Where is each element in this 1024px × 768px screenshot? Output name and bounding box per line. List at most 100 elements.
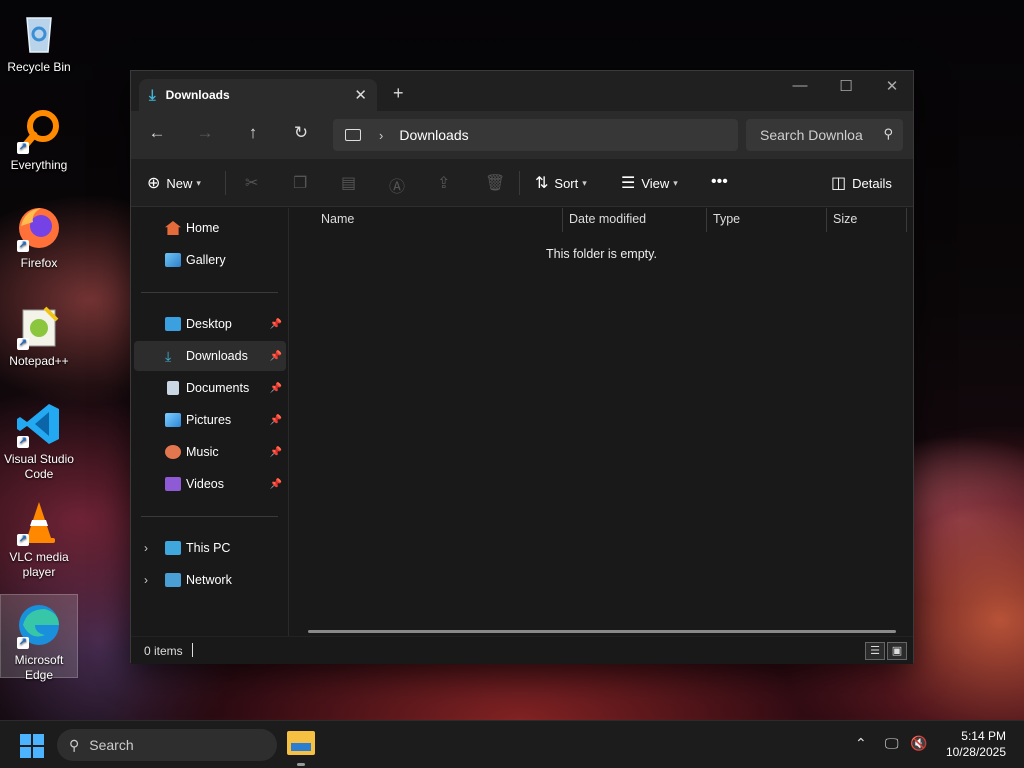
title-bar: ⤓ Downloads ✕ + — ☐ ✕ <box>131 71 913 111</box>
desktop-icon-recycle-bin[interactable]: Recycle Bin <box>0 2 78 86</box>
details-label: Details <box>852 175 892 191</box>
maximize-button[interactable]: ☐ <box>823 77 869 95</box>
cut-button[interactable]: ✂ <box>245 173 264 193</box>
back-button[interactable]: ← <box>143 123 171 143</box>
sidebar-item-this-pc[interactable]: › This PC <box>134 533 286 563</box>
clock[interactable]: 5:14 PM 10/28/2025 <box>946 728 1006 760</box>
download-arrow-icon: ⤓ <box>149 86 156 104</box>
chevron-down-icon: ▾ <box>196 177 201 188</box>
chevron-up-icon[interactable]: ⌃ <box>855 735 867 752</box>
up-button[interactable]: ↑ <box>239 123 267 143</box>
pin-icon[interactable]: 📌 <box>270 479 282 490</box>
separator <box>519 171 520 195</box>
column-separator[interactable] <box>826 208 827 232</box>
details-view-toggle[interactable]: ☰ <box>865 642 885 660</box>
details-button[interactable]: ◫ Details <box>831 173 892 193</box>
horizontal-scrollbar[interactable] <box>308 630 896 633</box>
windows-logo-icon <box>20 747 31 758</box>
new-button[interactable]: ⊕ New ▾ <box>147 173 201 193</box>
sidebar-item-documents[interactable]: Documents 📌 <box>134 373 286 403</box>
minimize-button[interactable]: — <box>777 77 823 94</box>
column-separator[interactable] <box>562 208 563 232</box>
desktop-icon-vscode[interactable]: ↗ Visual Studio Code <box>0 394 78 481</box>
column-separator[interactable] <box>906 208 907 232</box>
file-explorer-taskbar-icon[interactable] <box>287 731 315 755</box>
sidebar-item-home[interactable]: Home <box>134 213 286 243</box>
search-icon: ⚲ <box>883 126 893 141</box>
clock-date: 10/28/2025 <box>945 745 1006 759</box>
sidebar-item-desktop[interactable]: Desktop 📌 <box>134 309 286 339</box>
videos-icon <box>165 477 181 491</box>
column-header-date-modified[interactable]: Date modified <box>569 212 646 226</box>
trash-icon: 🗑 <box>485 175 506 192</box>
taskbar-search[interactable]: ⚲ Search <box>57 729 277 761</box>
rename-button[interactable]: Ⓐ <box>389 173 411 197</box>
sidebar-item-network[interactable]: › Network <box>134 565 286 595</box>
more-options-button[interactable]: ••• <box>711 173 734 191</box>
details-pane-icon: ◫ <box>831 175 847 192</box>
firefox-icon: ↗ <box>15 204 63 252</box>
tab-downloads[interactable]: ⤓ Downloads ✕ <box>139 79 377 111</box>
sidebar-item-pictures[interactable]: Pictures 📌 <box>134 405 286 435</box>
close-tab-button[interactable]: ✕ <box>354 86 367 104</box>
file-list[interactable]: Name Date modified Type Size This folder… <box>290 208 913 636</box>
network-status-icon[interactable]: 🖵 <box>885 735 899 752</box>
pin-icon[interactable]: 📌 <box>270 351 282 362</box>
large-icons-view-toggle[interactable]: ▣ <box>887 642 907 660</box>
search-placeholder: Search Downloa <box>760 127 863 143</box>
desktop-icon-edge[interactable]: ↗ Microsoft Edge <box>0 594 78 682</box>
desktop-icon-vlc[interactable]: ↗ VLC media player <box>0 492 78 579</box>
view-list-icon: ☰ <box>621 175 636 192</box>
sort-button[interactable]: ⇅ Sort ▾ <box>535 173 587 193</box>
tab-title: Downloads <box>165 88 230 102</box>
divider <box>141 516 278 517</box>
delete-button[interactable]: 🗑 <box>485 173 511 193</box>
sidebar-item-gallery[interactable]: Gallery <box>134 245 286 275</box>
desktop-icon-everything[interactable]: ↗ Everything <box>0 100 78 184</box>
chevron-right-icon[interactable]: › <box>144 573 148 587</box>
column-header-name[interactable]: Name <box>321 212 354 226</box>
volume-muted-icon[interactable]: 🔇 <box>910 735 927 752</box>
sidebar-item-label: Network <box>186 573 232 587</box>
copy-button[interactable]: ❐ <box>293 173 313 193</box>
notepad-plus-plus-icon: ↗ <box>15 302 63 350</box>
pin-icon[interactable]: 📌 <box>270 447 282 458</box>
new-tab-button[interactable]: + <box>393 83 404 104</box>
column-header-size[interactable]: Size <box>833 212 857 226</box>
column-header-type[interactable]: Type <box>713 212 740 226</box>
shortcut-arrow-icon: ↗ <box>17 637 29 649</box>
copy-icon: ❐ <box>293 175 308 192</box>
sidebar-item-label: Desktop <box>186 317 232 331</box>
view-button[interactable]: ☰ View ▾ <box>621 173 678 193</box>
desktop-icon-notepad-plus-plus[interactable]: ↗ Notepad++ <box>0 296 78 380</box>
sidebar-item-videos[interactable]: Videos 📌 <box>134 469 286 499</box>
forward-button[interactable]: → <box>191 123 219 143</box>
close-window-button[interactable]: ✕ <box>869 77 915 95</box>
sidebar-item-music[interactable]: Music 📌 <box>134 437 286 467</box>
search-icon: ⚲ <box>69 736 80 753</box>
pictures-icon <box>165 413 181 427</box>
vlc-icon: ↗ <box>15 498 63 546</box>
breadcrumb-downloads[interactable]: Downloads <box>399 127 468 143</box>
chevron-down-icon: ▾ <box>582 177 587 188</box>
search-box[interactable]: Search Downloa ⚲ <box>746 119 903 151</box>
share-button[interactable]: ⇪ <box>437 173 456 193</box>
desktop-icon-firefox[interactable]: ↗ Firefox <box>0 198 78 282</box>
chevron-right-icon[interactable]: › <box>144 541 148 555</box>
address-bar[interactable]: › Downloads <box>333 119 738 151</box>
column-separator[interactable] <box>706 208 707 232</box>
paste-button[interactable]: ▤ <box>341 173 362 193</box>
chevron-right-icon[interactable]: › <box>379 128 383 143</box>
pin-icon[interactable]: 📌 <box>270 415 282 426</box>
start-button[interactable] <box>20 734 44 758</box>
pin-icon[interactable]: 📌 <box>270 383 282 394</box>
refresh-button[interactable]: ↻ <box>287 123 315 143</box>
sidebar-item-downloads[interactable]: ⤓ Downloads 📌 <box>134 341 286 371</box>
share-icon: ⇪ <box>437 175 451 192</box>
sidebar-item-label: Pictures <box>186 413 232 427</box>
shortcut-arrow-icon: ↗ <box>17 142 29 154</box>
sidebar-item-label: Home <box>186 221 220 235</box>
pin-icon[interactable]: 📌 <box>270 319 282 330</box>
everything-search-icon: ↗ <box>15 106 63 154</box>
desktop-icon-label: Visual Studio Code <box>4 452 74 481</box>
